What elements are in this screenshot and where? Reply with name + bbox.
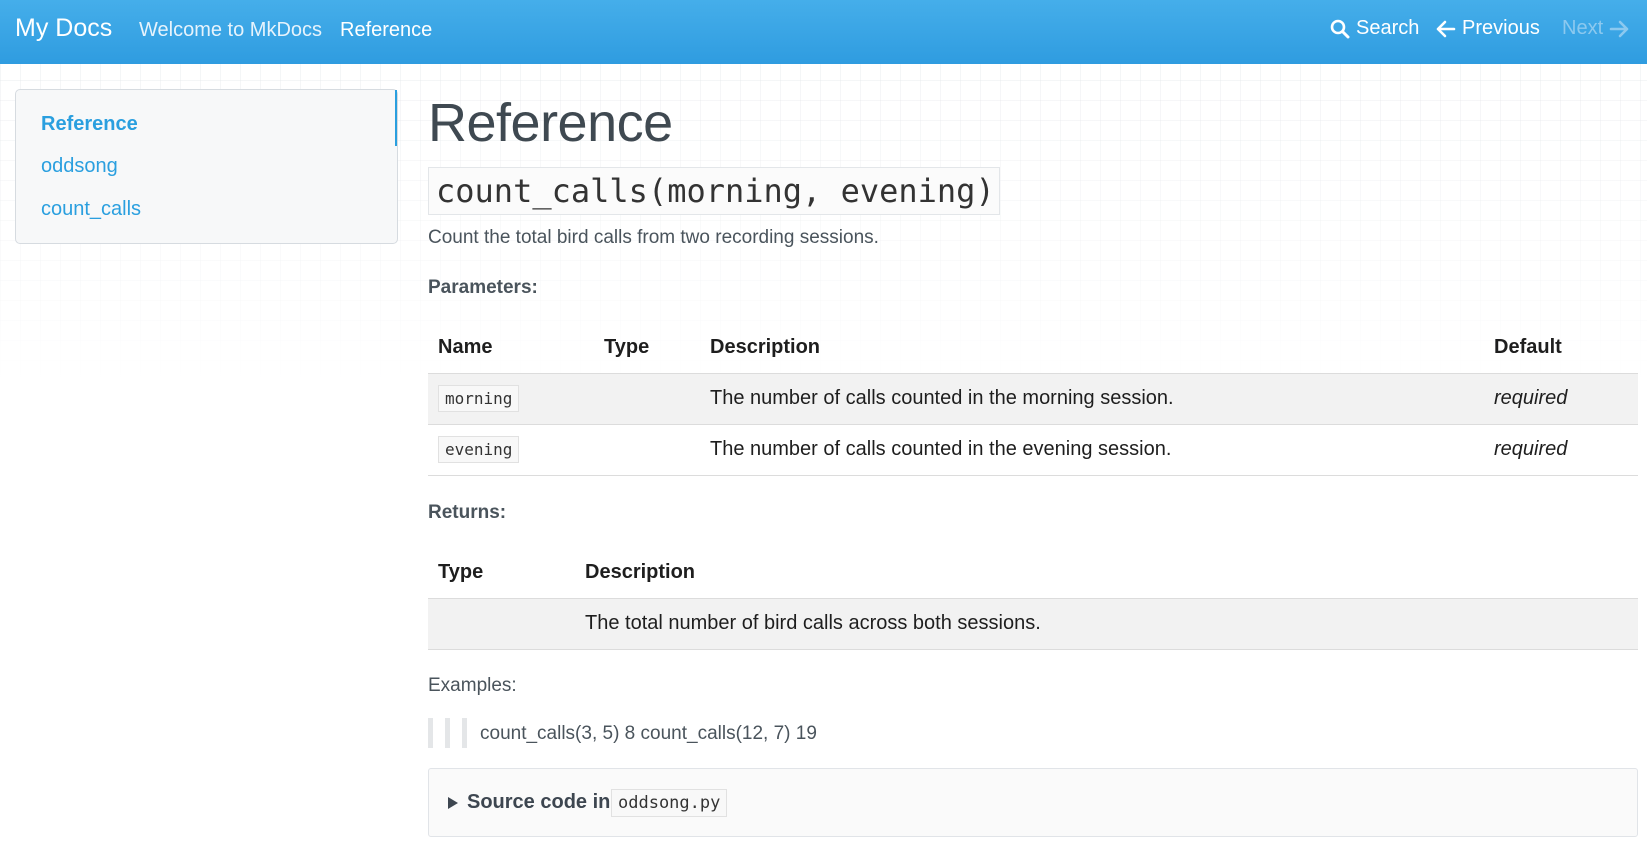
quote-bar xyxy=(462,718,467,748)
param-type xyxy=(594,372,700,424)
parameters-heading: Parameters: xyxy=(428,277,538,298)
returns-table: Type Description The total number of bir… xyxy=(428,547,1638,650)
function-description: Count the total bird calls from two reco… xyxy=(428,227,879,248)
param-name: morning xyxy=(438,385,520,412)
example-text: count_calls(3, 5) 8 count_calls(12, 7) 1… xyxy=(480,723,817,744)
col-type: Type xyxy=(604,335,650,358)
next-button: Next xyxy=(1562,17,1629,40)
param-name-cell: evening xyxy=(428,423,594,476)
function-signature: count_calls(morning, evening) xyxy=(428,167,1000,215)
examples-heading: Examples: xyxy=(428,675,517,696)
source-summary-label: Source code in xyxy=(467,791,611,813)
source-code-details[interactable]: Source code in oddsong.py xyxy=(428,768,1638,837)
next-label: Next xyxy=(1562,17,1604,39)
param-default: required xyxy=(1484,423,1638,476)
sidebar-item-oddsong[interactable]: oddsong xyxy=(41,155,118,178)
sidebar-toc: Reference oddsong count_calls xyxy=(15,89,398,244)
top-navbar: My Docs Welcome to MkDocs Reference Sear… xyxy=(0,0,1647,64)
parameters-table: Name Type Description Default morning Th… xyxy=(428,322,1638,476)
nav-link-welcome[interactable]: Welcome to MkDocs xyxy=(139,19,322,42)
table-header-row: Name Type Description Default xyxy=(428,322,1638,373)
brand-link[interactable]: My Docs xyxy=(15,14,112,43)
param-description: The number of calls counted in the eveni… xyxy=(700,423,1484,476)
param-name-cell: morning xyxy=(428,372,594,424)
previous-label: Previous xyxy=(1462,17,1540,39)
disclosure-triangle-icon xyxy=(448,797,458,809)
table-row: morning The number of calls counted in t… xyxy=(428,372,1638,424)
param-type xyxy=(594,423,700,476)
previous-button[interactable]: Previous xyxy=(1436,17,1540,40)
return-type xyxy=(428,597,575,650)
col-description: Description xyxy=(710,335,821,358)
arrow-right-icon xyxy=(1609,20,1629,37)
quote-bar xyxy=(428,718,433,748)
table-row: evening The number of calls counted in t… xyxy=(428,423,1638,476)
col-description: Description xyxy=(585,560,696,583)
param-default: required xyxy=(1484,372,1638,424)
quote-bar xyxy=(445,718,450,748)
sidebar-item-reference[interactable]: Reference xyxy=(41,113,138,136)
table-row: The total number of bird calls across bo… xyxy=(428,597,1638,650)
search-icon xyxy=(1330,19,1350,38)
page-title: Reference xyxy=(428,93,673,153)
col-type: Type xyxy=(438,560,484,583)
param-description: The number of calls counted in the morni… xyxy=(700,372,1484,424)
active-marker xyxy=(395,90,397,146)
param-name: evening xyxy=(438,436,520,463)
search-label: Search xyxy=(1356,17,1420,39)
source-filename: oddsong.py xyxy=(611,789,728,817)
col-default: Default xyxy=(1494,335,1562,358)
table-header-row: Type Description xyxy=(428,547,1638,598)
nav-link-reference[interactable]: Reference xyxy=(340,19,432,42)
returns-heading: Returns: xyxy=(428,502,507,523)
search-button[interactable]: Search xyxy=(1330,17,1419,40)
arrow-left-icon xyxy=(1436,20,1456,37)
col-name: Name xyxy=(438,335,493,358)
return-description: The total number of bird calls across bo… xyxy=(575,597,1638,650)
sidebar-item-count-calls[interactable]: count_calls xyxy=(41,198,141,221)
blockquote-markers xyxy=(428,718,467,748)
